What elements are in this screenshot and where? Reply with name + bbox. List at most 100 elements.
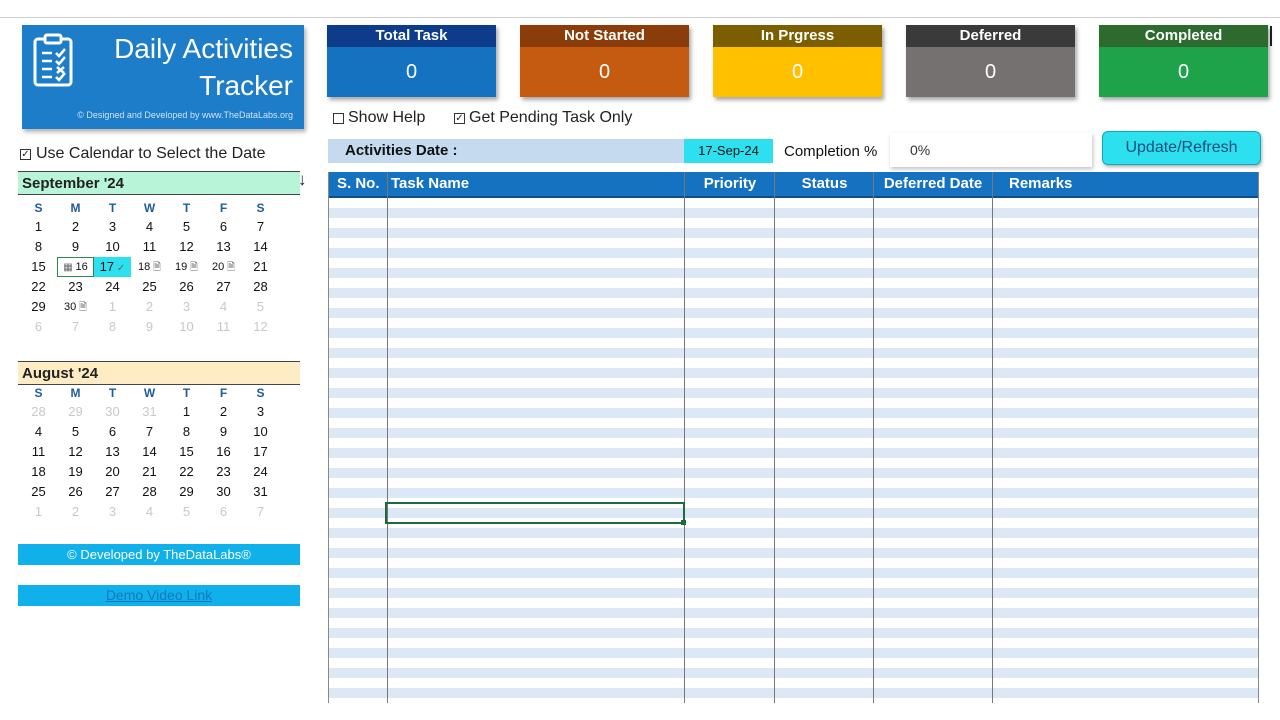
calendar-day[interactable]: 16	[205, 442, 242, 462]
calendar-day[interactable]: 7	[242, 502, 279, 522]
calendar-day[interactable]: 1	[94, 297, 131, 317]
checkbox-unchecked-icon[interactable]	[333, 112, 344, 124]
calendar-day[interactable]: 30 🗎	[57, 297, 94, 317]
calendar-day[interactable]: 6	[205, 502, 242, 522]
show-help-checkbox[interactable]: Show Help	[333, 109, 425, 127]
selected-cell[interactable]	[385, 502, 685, 524]
calendar-day[interactable]: 8	[168, 422, 205, 442]
calendar-day[interactable]: 23	[57, 277, 94, 297]
calendar-day[interactable]: 15	[20, 257, 57, 277]
calendar-day[interactable]: 30	[94, 402, 131, 422]
calendar-day[interactable]: 11	[20, 442, 57, 462]
calendar-day[interactable]: 23	[205, 462, 242, 482]
calendar-day[interactable]: 4	[131, 502, 168, 522]
calendar-day[interactable]: 9	[57, 237, 94, 257]
calendar-day[interactable]: 26	[57, 482, 94, 502]
calendar-day[interactable]: 21	[242, 257, 279, 277]
calendar-day[interactable]: 14	[242, 237, 279, 257]
calendar-day[interactable]: 31	[131, 402, 168, 422]
calendar-day[interactable]: 18 🗎	[131, 257, 168, 277]
calendar-day[interactable]: 28	[20, 402, 57, 422]
arrow-down-icon[interactable]: ↓	[298, 170, 307, 190]
calendar-day[interactable]: 12	[242, 317, 279, 337]
calendar-day[interactable]: 4	[20, 422, 57, 442]
calendar-day[interactable]: 3	[168, 297, 205, 317]
calendar-day[interactable]: 14	[131, 442, 168, 462]
calendar-day[interactable]: 18	[20, 462, 57, 482]
calendar-day[interactable]: 7	[57, 317, 94, 337]
calendar-day[interactable]: 29	[57, 402, 94, 422]
calendar-day[interactable]: 27	[94, 482, 131, 502]
table-body[interactable]	[329, 198, 1258, 703]
calendar-day[interactable]: 2	[57, 217, 94, 237]
calendar-day[interactable]: 1	[20, 502, 57, 522]
calendar-day[interactable]: 25	[131, 277, 168, 297]
calendar-day[interactable]: 9	[131, 317, 168, 337]
kpi-value: 0	[713, 47, 882, 97]
calendar-day[interactable]: 17	[242, 442, 279, 462]
calendar-day[interactable]: 17 ✓	[94, 257, 131, 277]
calendar-day[interactable]: 29	[20, 297, 57, 317]
fill-handle[interactable]	[681, 520, 686, 525]
calendar-day[interactable]: 6	[20, 317, 57, 337]
calendar-day[interactable]: 15	[168, 442, 205, 462]
weekday-label: T	[182, 201, 191, 215]
calendar-day[interactable]: 19	[57, 462, 94, 482]
calendar-day[interactable]: 28	[131, 482, 168, 502]
calendar-day[interactable]: 7	[242, 217, 279, 237]
calendar-day[interactable]: 3	[94, 502, 131, 522]
calendar-day[interactable]: 24	[94, 277, 131, 297]
calendar-day[interactable]: 1	[20, 217, 57, 237]
calendar-day[interactable]: 3	[242, 402, 279, 422]
calendar-day[interactable]: 11	[205, 317, 242, 337]
calendar-day[interactable]: 22	[168, 462, 205, 482]
calendar-day[interactable]: 12	[57, 442, 94, 462]
calendar-day[interactable]: 5	[57, 422, 94, 442]
calendar-day[interactable]: 10	[168, 317, 205, 337]
calendar-day[interactable]: 5	[242, 297, 279, 317]
demo-video-link[interactable]: Demo Video Link	[18, 585, 300, 606]
calendar-day[interactable]: 13	[205, 237, 242, 257]
calendar-day[interactable]: 11	[131, 237, 168, 257]
calendar-day[interactable]: 13	[94, 442, 131, 462]
checkbox-checked-icon[interactable]: ✓	[454, 112, 465, 124]
calendar-day[interactable]: 28	[242, 277, 279, 297]
calendar-day[interactable]: 5	[168, 502, 205, 522]
update-refresh-button[interactable]: Update/Refresh	[1102, 131, 1261, 165]
calendar-day[interactable]: 31	[242, 482, 279, 502]
calendar-day[interactable]: 10	[242, 422, 279, 442]
weekday-label: S	[256, 201, 265, 215]
calendar-day[interactable]: 4	[131, 217, 168, 237]
calendar-day[interactable]: 22	[20, 277, 57, 297]
use-calendar-checkbox[interactable]: ✓ Use Calendar to Select the Date	[20, 145, 265, 163]
calendar-day[interactable]: 26	[168, 277, 205, 297]
calendar-day[interactable]: 20	[94, 462, 131, 482]
calendar-day[interactable]: 8	[94, 317, 131, 337]
calendar-day[interactable]: 4	[205, 297, 242, 317]
calendar-day[interactable]: 24	[242, 462, 279, 482]
calendar-day[interactable]: 5	[168, 217, 205, 237]
activities-date-value[interactable]: 17-Sep-24	[684, 139, 773, 163]
calendar-day[interactable]: 6	[94, 422, 131, 442]
checkbox-checked-icon[interactable]: ✓	[20, 148, 31, 160]
calendar-day[interactable]: 29	[168, 482, 205, 502]
calendar-day[interactable]: 2	[57, 502, 94, 522]
pending-only-checkbox[interactable]: ✓ Get Pending Task Only	[454, 109, 632, 127]
calendar-day[interactable]: 19 🗎	[168, 257, 205, 277]
calendar-day[interactable]: 30	[205, 482, 242, 502]
calendar-day[interactable]: 2	[131, 297, 168, 317]
calendar-day[interactable]: 25	[20, 482, 57, 502]
calendar-day[interactable]: 27	[205, 277, 242, 297]
calendar-day[interactable]: ▦ 16	[57, 257, 94, 277]
calendar-day[interactable]: 1	[168, 402, 205, 422]
calendar-day[interactable]: 3	[94, 217, 131, 237]
calendar-day[interactable]: 7	[131, 422, 168, 442]
calendar-day[interactable]: 9	[205, 422, 242, 442]
calendar-day[interactable]: 12	[168, 237, 205, 257]
calendar-day[interactable]: 20 🗎	[205, 257, 242, 277]
calendar-day[interactable]: 6	[205, 217, 242, 237]
calendar-day[interactable]: 10	[94, 237, 131, 257]
calendar-day[interactable]: 2	[205, 402, 242, 422]
calendar-day[interactable]: 21	[131, 462, 168, 482]
calendar-day[interactable]: 8	[20, 237, 57, 257]
